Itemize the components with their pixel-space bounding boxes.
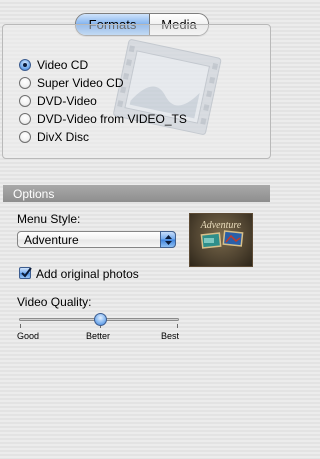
radio-dvd-video-from-video-ts[interactable]: DVD-Video from VIDEO_TS bbox=[19, 110, 187, 127]
options-header-label: Options bbox=[13, 187, 55, 201]
slider-tick bbox=[20, 324, 21, 328]
video-quality-label: Video Quality: bbox=[17, 295, 92, 309]
popup-arrows-icon[interactable] bbox=[160, 231, 176, 248]
radio-button[interactable] bbox=[19, 130, 31, 143]
menu-style-value: Adventure bbox=[24, 233, 79, 247]
radio-label: DVD-Video from VIDEO_TS bbox=[37, 111, 187, 126]
radio-divx-disc[interactable]: DivX Disc bbox=[19, 128, 89, 145]
radio-button[interactable] bbox=[19, 112, 31, 125]
radio-dvd-video[interactable]: DVD-Video bbox=[19, 92, 97, 109]
menu-preview-thumbnail: Adventure bbox=[189, 213, 253, 267]
add-photos-label: Add original photos bbox=[36, 267, 139, 281]
quality-label-best: Best bbox=[161, 331, 180, 341]
radio-video-cd[interactable]: Video CD bbox=[19, 56, 88, 73]
radio-button[interactable] bbox=[19, 76, 31, 89]
quality-slider-knob[interactable] bbox=[94, 313, 107, 326]
radio-label: Video CD bbox=[37, 57, 89, 72]
add-photos-checkbox[interactable] bbox=[19, 267, 32, 279]
options-header: Options bbox=[3, 185, 270, 202]
radio-label: DVD-Video bbox=[37, 93, 97, 108]
menu-style-label: Menu Style: bbox=[17, 212, 81, 226]
quality-label-good: Good bbox=[17, 331, 40, 341]
slider-tick bbox=[177, 324, 178, 328]
radio-label: DivX Disc bbox=[37, 129, 90, 144]
menu-style-popup[interactable]: Adventure bbox=[17, 231, 176, 248]
radio-button[interactable] bbox=[19, 94, 31, 107]
radio-super-video-cd[interactable]: Super Video CD bbox=[19, 74, 124, 91]
radio-button-selected[interactable] bbox=[19, 58, 31, 71]
radio-label: Super Video CD bbox=[37, 75, 124, 90]
menu-preview-image bbox=[200, 230, 244, 249]
quality-label-better: Better bbox=[86, 331, 111, 341]
